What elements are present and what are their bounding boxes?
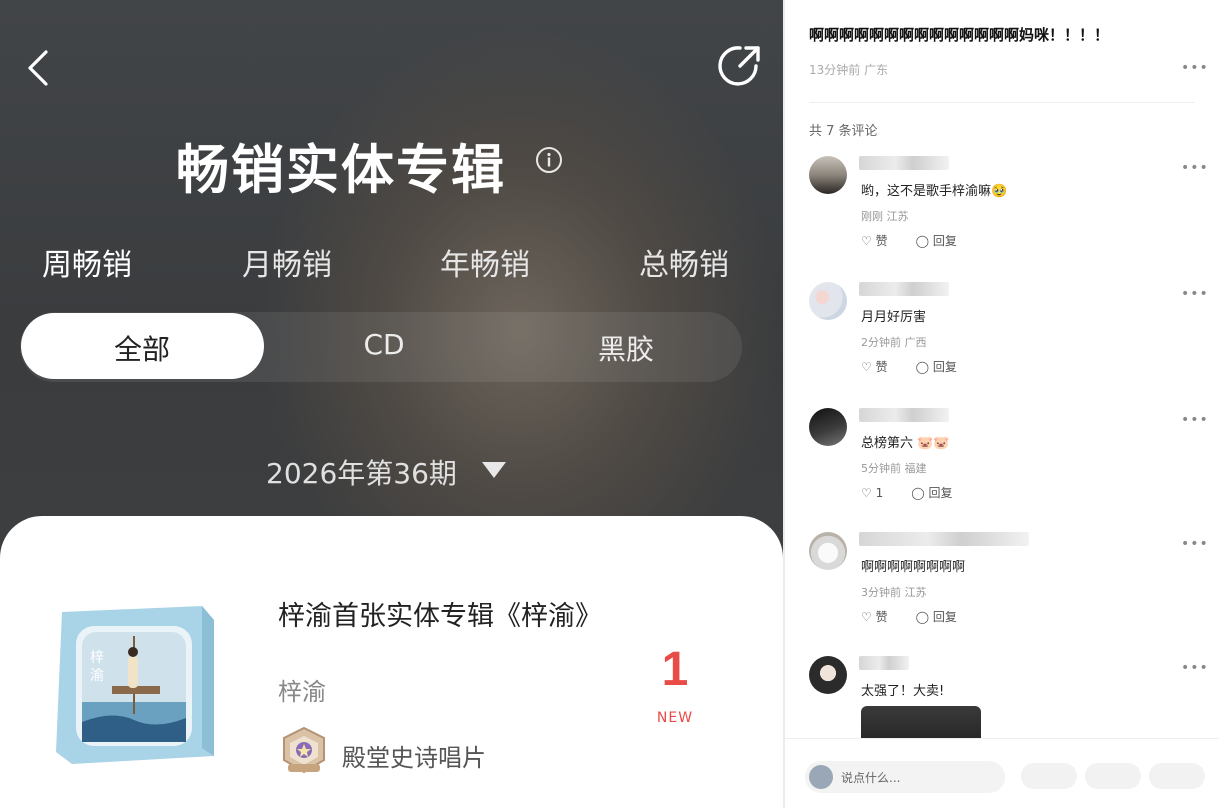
chart-panel: 畅销实体专辑 周畅销 月畅销 年畅销 总畅销 全部 CD 黑胶 2026年第36…: [0, 0, 783, 808]
tab-total[interactable]: 总畅销: [639, 240, 729, 284]
username-blurred[interactable]: [859, 656, 909, 670]
comment-text: 总榜第六 🐷🐷: [861, 436, 950, 451]
period-selector[interactable]: 2026年第36期: [266, 452, 457, 492]
comment-text: 月月好厉害: [861, 310, 927, 325]
post-title: 啊啊啊啊啊啊啊啊啊啊啊啊啊啊妈咪！！！！: [809, 26, 1110, 44]
reply-button[interactable]: ◯ 回复: [911, 486, 966, 500]
segment-all[interactable]: 全部: [22, 328, 262, 368]
comment-item: 总榜第六 🐷🐷 5分钟前 福建 ♡ 1 ◯ 回复 •••: [809, 408, 1209, 528]
username-blurred[interactable]: [859, 408, 949, 422]
rank-number: 1: [661, 643, 689, 696]
album-cover[interactable]: 梓 渝: [52, 602, 218, 766]
more-icon[interactable]: •••: [1181, 412, 1209, 428]
svg-text:渝: 渝: [90, 668, 104, 684]
avatar[interactable]: [809, 532, 847, 570]
comment-actions: ♡ 1 ◯ 回复: [861, 484, 980, 501]
comment-input[interactable]: 说点什么...: [805, 761, 1005, 793]
comment-meta: 刚刚 江苏: [861, 210, 909, 223]
medal-badge-icon: [283, 726, 325, 774]
comment-text: 哟，这不是歌手梓渝嘛🥹: [861, 184, 1008, 199]
reply-button[interactable]: ◯ 回复: [916, 360, 971, 374]
comment-count: 共 7 条评论: [809, 124, 878, 139]
album-artist[interactable]: 梓渝: [278, 672, 326, 707]
comment-input-bar: 说点什么...: [785, 738, 1219, 808]
more-icon[interactable]: •••: [1181, 60, 1209, 76]
username-blurred[interactable]: [859, 156, 949, 170]
page-title: 畅销实体专辑: [176, 140, 506, 201]
format-segment: 全部 CD 黑胶: [20, 312, 742, 382]
toolbar-button[interactable]: [1149, 763, 1205, 789]
segment-vinyl[interactable]: 黑胶: [506, 328, 746, 368]
avatar[interactable]: [809, 408, 847, 446]
like-button[interactable]: ♡ 赞: [861, 234, 902, 248]
avatar[interactable]: [809, 282, 847, 320]
username-blurred[interactable]: [859, 282, 949, 296]
reply-button[interactable]: ◯ 回复: [916, 234, 971, 248]
more-icon[interactable]: •••: [1181, 536, 1209, 552]
rank-new-tag: NEW: [656, 710, 694, 726]
like-button[interactable]: ♡ 赞: [861, 360, 902, 374]
comment-item: 哟，这不是歌手梓渝嘛🥹 刚刚 江苏 ♡ 赞 ◯ 回复 •••: [809, 156, 1209, 276]
comment-actions: ♡ 赞 ◯ 回复: [861, 232, 985, 249]
toolbar-button[interactable]: [1085, 763, 1141, 789]
comments-panel: 啊啊啊啊啊啊啊啊啊啊啊啊啊啊妈咪！！！！ 13分钟前 广东 ••• 共 7 条评…: [785, 0, 1219, 808]
comment-text: 啊啊啊啊啊啊啊啊: [861, 560, 966, 575]
like-button[interactable]: ♡ 1: [861, 486, 897, 500]
tab-yearly[interactable]: 年畅销: [440, 240, 530, 284]
more-icon[interactable]: •••: [1181, 286, 1209, 302]
segment-cd[interactable]: CD: [264, 328, 504, 361]
username-blurred[interactable]: [859, 532, 1029, 546]
like-button[interactable]: ♡ 赞: [861, 610, 902, 624]
album-title[interactable]: 梓渝首张实体专辑《梓渝》: [278, 596, 602, 638]
comment-actions: ♡ 赞 ◯ 回复: [861, 358, 985, 375]
badge-label: 殿堂史诗唱片: [342, 744, 486, 772]
comment-item: 啊啊啊啊啊啊啊啊 3分钟前 江苏 ♡ 赞 ◯ 回复 •••: [809, 532, 1209, 652]
period-tabs: 周畅销 月畅销 年畅销 总畅销: [0, 240, 783, 283]
comment-meta: 2分钟前 广西: [861, 336, 927, 349]
comment-text: 太强了！大卖!: [861, 684, 945, 699]
info-icon[interactable]: [535, 146, 563, 174]
avatar[interactable]: [809, 656, 847, 694]
more-icon[interactable]: •••: [1181, 660, 1209, 676]
avatar[interactable]: [809, 156, 847, 194]
tab-monthly[interactable]: 月畅销: [242, 240, 332, 284]
comment-actions: ♡ 赞 ◯ 回复: [861, 608, 985, 625]
back-arrow-icon[interactable]: [22, 48, 62, 88]
reply-button[interactable]: ◯ 回复: [916, 610, 971, 624]
divider-line: [809, 102, 1195, 103]
svg-text:梓: 梓: [90, 650, 104, 666]
avatar: [809, 765, 833, 789]
dropdown-triangle-icon[interactable]: [482, 462, 506, 478]
toolbar-button[interactable]: [1021, 763, 1077, 789]
comment-item: 月月好厉害 2分钟前 广西 ♡ 赞 ◯ 回复 •••: [809, 282, 1209, 402]
share-icon[interactable]: [716, 42, 764, 90]
comment-meta: 3分钟前 江苏: [861, 586, 927, 599]
input-placeholder: 说点什么...: [841, 771, 901, 785]
tab-weekly[interactable]: 周畅销: [42, 240, 132, 284]
post-meta: 13分钟前 广东: [809, 63, 889, 77]
comment-meta: 5分钟前 福建: [861, 462, 927, 475]
more-icon[interactable]: •••: [1181, 160, 1209, 176]
